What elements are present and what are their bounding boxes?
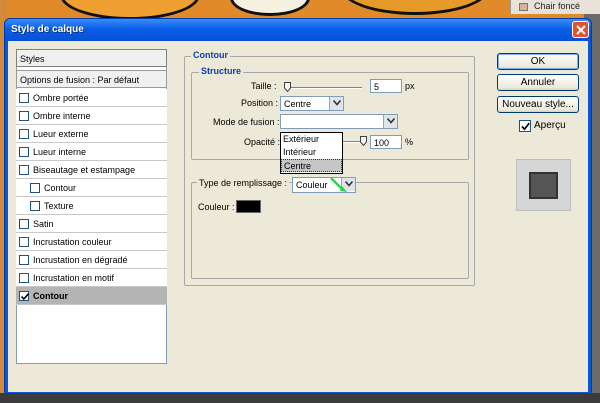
layer-style-dialog: Style de calque Styles Options de fusion… xyxy=(4,18,592,394)
contour-group-title: Contour xyxy=(191,50,230,60)
blend-mode-dropdown-arrow[interactable] xyxy=(383,115,397,128)
style-item-outer-glow[interactable]: Lueur externe xyxy=(16,125,167,143)
style-item-color-overlay[interactable]: Incrustation couleur xyxy=(16,233,167,251)
blend-mode-label: Mode de fusion : xyxy=(213,117,280,127)
dialog-client-area: Styles Options de fusion : Par défaut Om… xyxy=(8,41,588,392)
style-item-gradient-overlay[interactable]: Incrustation en dégradé xyxy=(16,251,167,269)
pattern-overlay-checkbox[interactable] xyxy=(19,273,29,283)
position-dropdown-list: Extérieur Intérieur Centre xyxy=(280,132,343,174)
drop-shadow-checkbox[interactable] xyxy=(19,93,29,103)
inner-glow-checkbox[interactable] xyxy=(19,147,29,157)
swatch-panel-fragment: Chair foncé xyxy=(510,0,600,14)
styles-header[interactable]: Styles xyxy=(16,49,167,67)
chevron-down-icon xyxy=(333,100,341,106)
opacity-unit: % xyxy=(405,137,414,147)
new-style-button[interactable]: Nouveau style... xyxy=(497,96,579,113)
preview-checkbox[interactable] xyxy=(519,120,531,132)
outer-glow-checkbox[interactable] xyxy=(19,129,29,139)
size-label: Taille : xyxy=(251,81,277,91)
style-item-stroke[interactable]: Contour xyxy=(16,287,167,305)
color-overlay-checkbox[interactable] xyxy=(19,237,29,247)
position-dropdown-arrow[interactable] xyxy=(329,97,343,110)
style-item-drop-shadow[interactable]: Ombre portée xyxy=(16,89,167,107)
position-select[interactable]: Centre xyxy=(280,96,344,111)
checkmark-icon xyxy=(20,293,30,301)
style-item-inner-glow[interactable]: Lueur interne xyxy=(16,143,167,161)
style-item-bevel-contour[interactable]: Contour xyxy=(16,179,167,197)
ok-button[interactable]: OK xyxy=(497,53,579,70)
position-label: Position : xyxy=(241,98,279,108)
close-button[interactable] xyxy=(572,21,589,38)
gradient-overlay-checkbox[interactable] xyxy=(19,255,29,265)
style-item-texture[interactable]: Texture xyxy=(16,197,167,215)
size-unit: px xyxy=(405,81,415,91)
swatch-label: Chair foncé xyxy=(534,1,581,11)
title-bar[interactable]: Style de calque xyxy=(5,19,591,41)
position-option-centre[interactable]: Centre xyxy=(281,159,342,172)
fusion-options-item[interactable]: Options de fusion : Par défaut xyxy=(16,70,167,88)
bevel-emboss-checkbox[interactable] xyxy=(19,165,29,175)
size-input[interactable]: 5 xyxy=(370,79,402,93)
cancel-button[interactable]: Annuler xyxy=(497,74,579,91)
color-label: Couleur : xyxy=(198,202,235,212)
bevel-contour-checkbox[interactable] xyxy=(30,183,40,193)
inner-shadow-checkbox[interactable] xyxy=(19,111,29,121)
fill-type-label: Type de remplissage : xyxy=(197,178,290,188)
structure-group-title: Structure xyxy=(199,66,244,76)
style-item-pattern-overlay[interactable]: Incrustation en motif xyxy=(16,269,167,287)
close-icon xyxy=(576,25,586,35)
opacity-input[interactable]: 100 xyxy=(370,135,402,149)
size-slider-track[interactable] xyxy=(284,87,362,89)
texture-checkbox[interactable] xyxy=(30,201,40,211)
position-option-interieur[interactable]: Intérieur xyxy=(281,146,342,159)
preview-thumbnail xyxy=(529,172,558,199)
position-option-exterieur[interactable]: Extérieur xyxy=(281,133,342,146)
opacity-label: Opacité : xyxy=(244,137,281,147)
opacity-slider-thumb[interactable] xyxy=(360,136,367,146)
style-item-satin[interactable]: Satin xyxy=(16,215,167,233)
swatch-color xyxy=(519,3,528,11)
preview-label: Aperçu xyxy=(534,120,566,131)
window-title: Style de calque xyxy=(11,24,84,35)
satin-checkbox[interactable] xyxy=(19,219,29,229)
blend-mode-select[interactable] xyxy=(280,114,398,129)
stroke-color-swatch[interactable] xyxy=(236,200,261,213)
checkmark-icon xyxy=(521,122,530,131)
style-item-bevel-emboss[interactable]: Biseautage et estampage xyxy=(16,161,167,179)
mouse-cursor-icon xyxy=(330,177,347,192)
style-item-inner-shadow[interactable]: Ombre interne xyxy=(16,107,167,125)
chevron-down-icon xyxy=(387,118,395,124)
stroke-checkbox[interactable] xyxy=(19,291,30,301)
size-slider-thumb[interactable] xyxy=(284,82,291,92)
background-bottom-strip xyxy=(0,393,600,403)
style-preview xyxy=(516,159,571,211)
